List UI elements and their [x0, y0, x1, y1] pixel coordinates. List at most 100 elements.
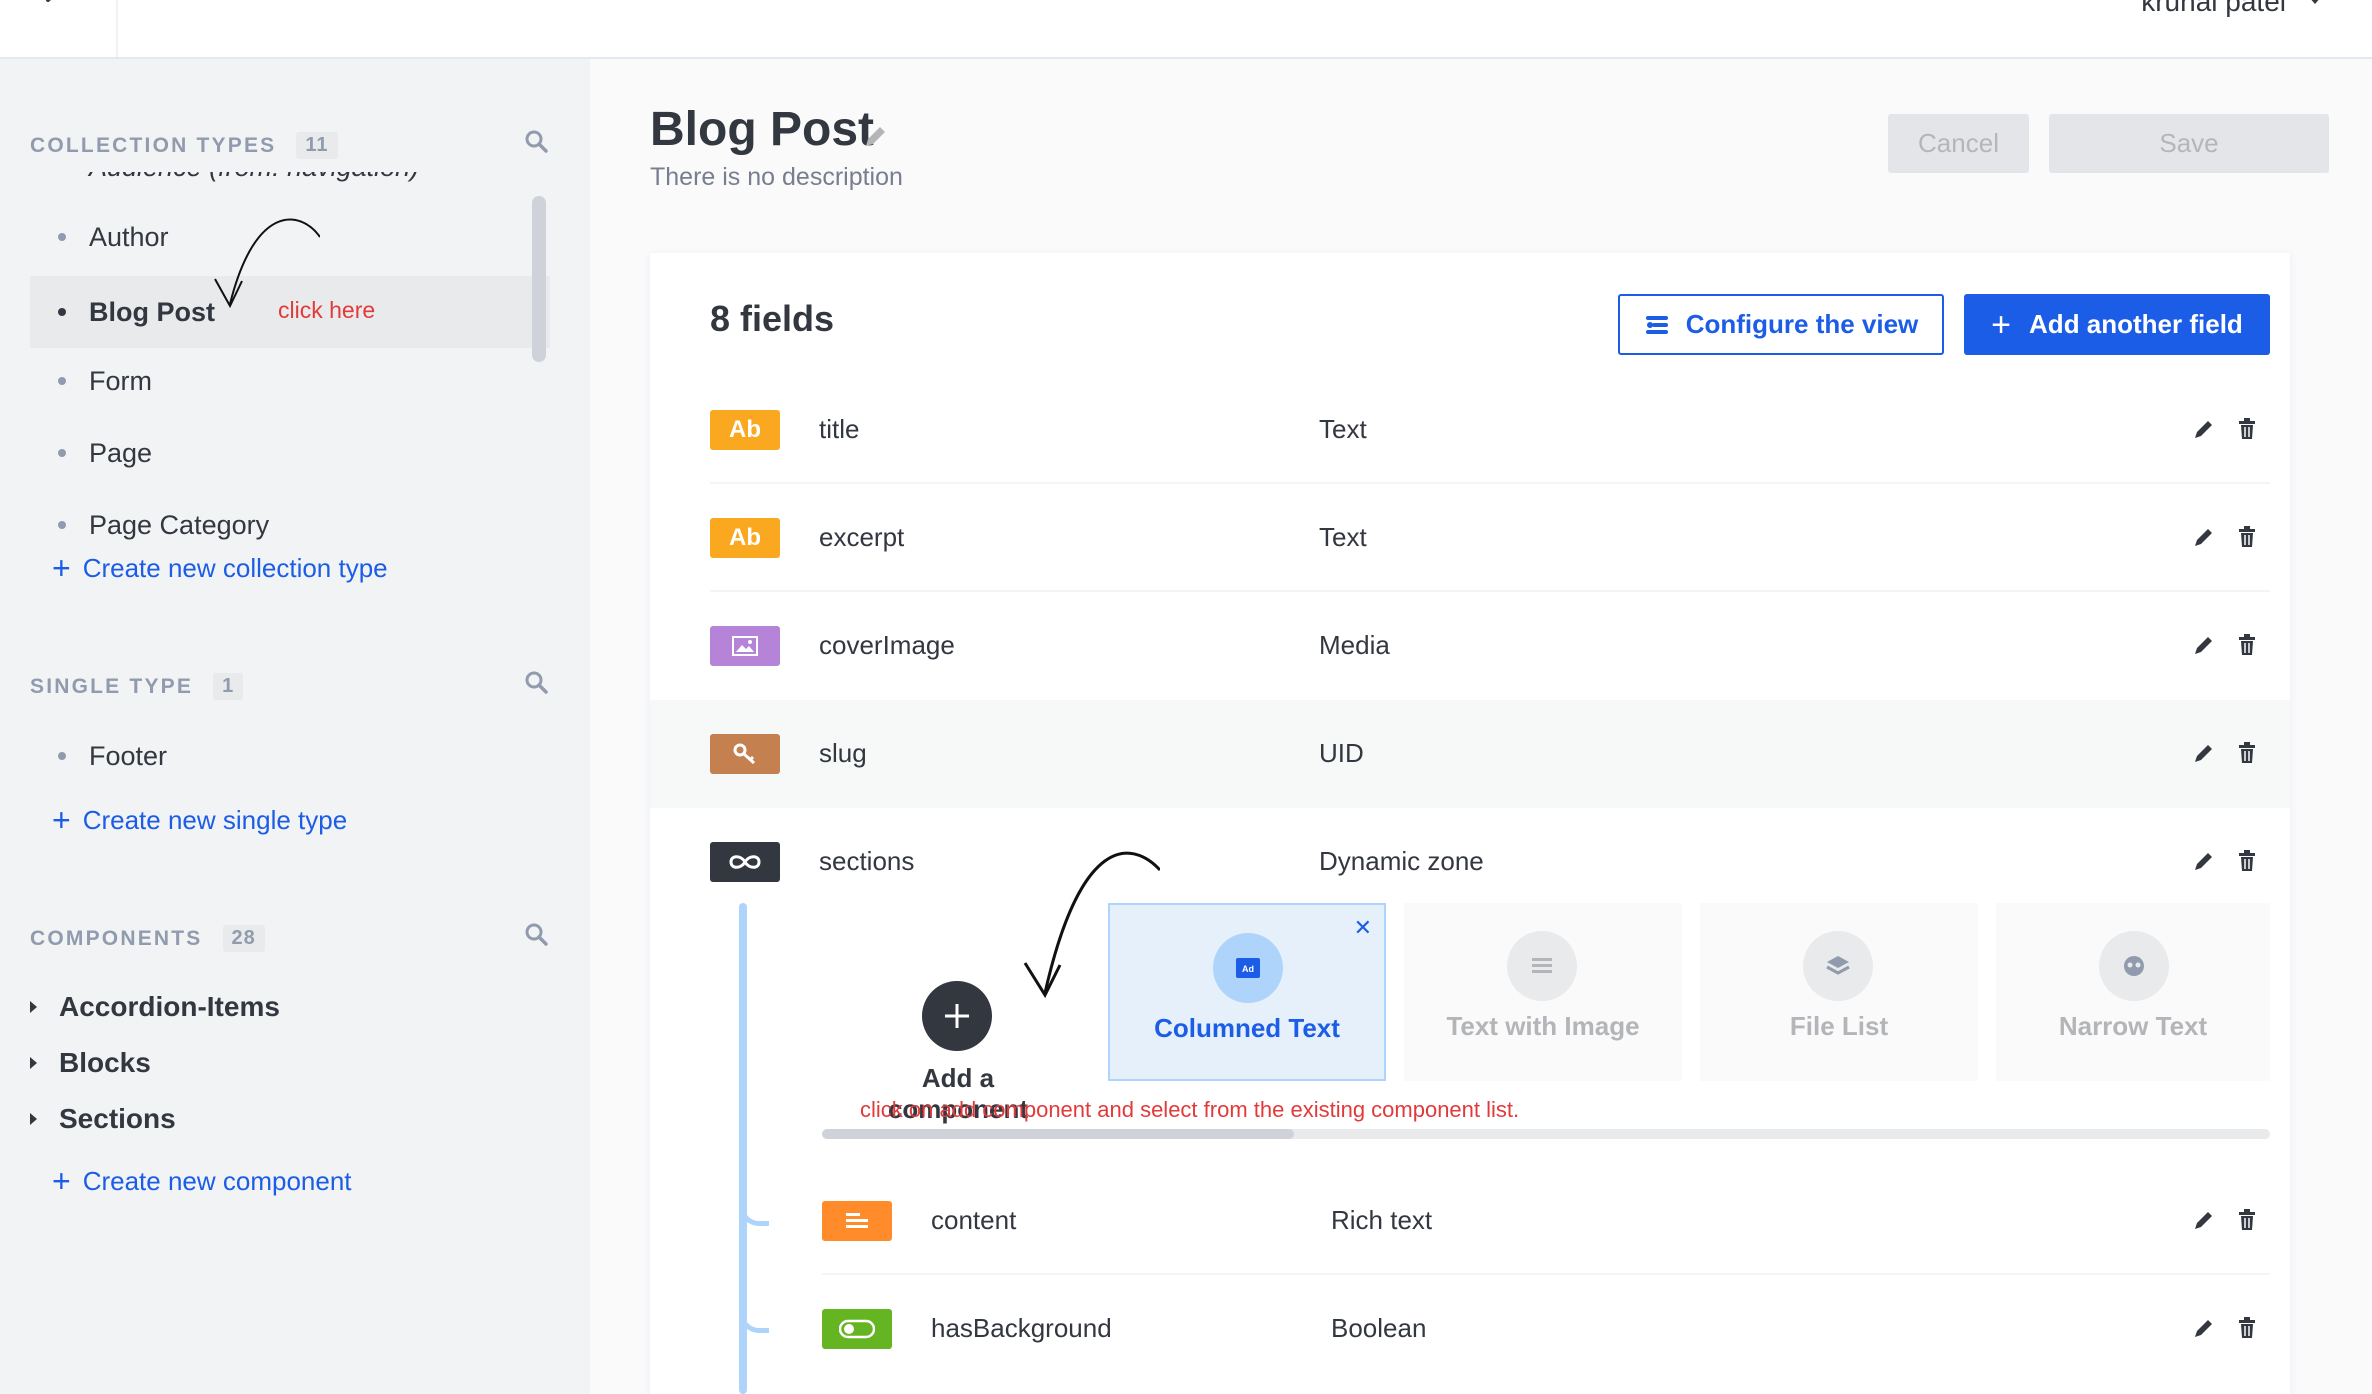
section-title: Single Type: [30, 674, 194, 698]
add-component-button[interactable]: [922, 981, 992, 1051]
bullet: [58, 377, 66, 385]
search-icon[interactable]: [524, 129, 550, 155]
caret-right-icon: [30, 1001, 37, 1013]
face-icon: [2099, 931, 2169, 1001]
annotation-arrow: [1023, 851, 1160, 999]
count-badge: 28: [222, 925, 265, 952]
create-collection-type-label: Create new collection type: [82, 552, 388, 583]
settings-list-icon: [1645, 315, 1668, 334]
top-bar: krunal patel: [0, 0, 2372, 59]
component-card-text-with-image[interactable]: Text with Image: [1404, 903, 1682, 1081]
pencil-icon[interactable]: [2193, 418, 2215, 440]
pencil-icon[interactable]: [862, 124, 888, 150]
search-icon[interactable]: [524, 670, 550, 696]
create-component-link[interactable]: + Create new component: [52, 1165, 352, 1197]
layers-icon: [1803, 931, 1873, 1001]
trash-icon[interactable]: [2237, 418, 2257, 440]
pencil-icon[interactable]: [2193, 850, 2215, 872]
trash-icon[interactable]: [2237, 850, 2257, 872]
pencil-icon[interactable]: [2193, 1209, 2215, 1231]
create-component-label: Create new component: [82, 1165, 352, 1196]
sidebar-item-audience[interactable]: Audience (from: navigation): [30, 172, 550, 200]
sidebar-item-label: Page: [89, 437, 153, 468]
user-menu-name[interactable]: krunal patel: [2141, 0, 2286, 18]
pencil-icon[interactable]: [2193, 742, 2215, 764]
field-row-excerpt[interactable]: Ab excerpt Text: [650, 484, 2290, 592]
component-card-file-list[interactable]: File List: [1700, 903, 1978, 1081]
field-row-title[interactable]: Ab title Text: [650, 376, 2290, 484]
page-description: There is no description: [650, 163, 903, 191]
search-icon[interactable]: [524, 922, 550, 948]
create-collection-type-link[interactable]: + Create new collection type: [52, 552, 388, 584]
ad-icon: Ad: [1213, 933, 1283, 1003]
components-header: Components 28: [30, 925, 265, 952]
trash-icon[interactable]: [2237, 634, 2257, 656]
trash-icon[interactable]: [2237, 1317, 2257, 1339]
text-icon: Ab: [710, 410, 780, 450]
pencil-icon[interactable]: [2193, 634, 2215, 656]
bullet: [58, 521, 66, 529]
pencil-icon[interactable]: [2193, 1317, 2215, 1339]
plus-icon: +: [52, 550, 71, 586]
add-another-field-label: Add another field: [2029, 309, 2243, 339]
collection-types-header: Collection Types 11: [30, 132, 338, 159]
component-card-narrow-text[interactable]: Narrow Text: [1996, 903, 2270, 1081]
component-group-sections[interactable]: Sections: [30, 1103, 176, 1135]
caret-down-icon[interactable]: [2308, 0, 2322, 6]
sidebar-item-label: Page Category: [89, 509, 270, 540]
back-button[interactable]: [0, 0, 118, 57]
sidebar-scrollbar[interactable]: [532, 196, 546, 362]
add-another-field-button[interactable]: + Add another field: [1964, 294, 2270, 355]
sidebar-item-form[interactable]: Form: [30, 348, 550, 414]
component-label: Columned Text: [1154, 1013, 1340, 1043]
save-button[interactable]: Save: [2049, 114, 2329, 173]
svg-text:Ad: Ad: [1242, 964, 1254, 974]
plus-icon: +: [52, 802, 71, 838]
component-group-label: Sections: [59, 1103, 176, 1134]
component-label: File List: [1789, 1011, 1889, 1041]
trash-icon[interactable]: [2237, 1209, 2257, 1231]
field-name: content: [931, 1205, 1017, 1235]
trash-icon[interactable]: [2237, 526, 2257, 548]
cancel-button[interactable]: Cancel: [1888, 114, 2029, 173]
component-group-label: Accordion-Items: [59, 991, 280, 1022]
configure-view-button[interactable]: Configure the view: [1618, 294, 1944, 355]
field-row-slug[interactable]: slug UID: [650, 700, 2290, 808]
field-row-sections[interactable]: sections Dynamic zone: [650, 808, 2290, 916]
sidebar-item-label: Audience (from: navigation): [89, 172, 419, 183]
pencil-icon[interactable]: [2193, 526, 2215, 548]
field-row-coverimage[interactable]: coverImage Media: [650, 592, 2290, 700]
field-type: Text: [1319, 414, 1367, 444]
bullet: [58, 449, 66, 457]
scrollbar-thumb[interactable]: [822, 1129, 1294, 1139]
sidebar: Collection Types 11 Audience (from: navi…: [0, 59, 590, 1394]
sidebar-item-page-category[interactable]: Page Category: [30, 492, 550, 558]
field-type: Dynamic zone: [1319, 846, 1484, 876]
count-badge: 11: [296, 132, 338, 159]
section-title: Collection Types: [30, 133, 277, 157]
trash-icon[interactable]: [2237, 742, 2257, 764]
component-group-accordion-items[interactable]: Accordion-Items: [30, 991, 280, 1023]
field-row-content[interactable]: content Rich text: [650, 1167, 2290, 1275]
sidebar-item-page[interactable]: Page: [30, 420, 550, 486]
field-row-hasbackground[interactable]: hasBackground Boolean: [650, 1275, 2290, 1383]
create-single-type-link[interactable]: + Create new single type: [52, 804, 347, 836]
configure-view-label: Configure the view: [1685, 309, 1919, 339]
component-group-blocks[interactable]: Blocks: [30, 1047, 151, 1079]
field-name: slug: [819, 738, 867, 768]
bullet: [58, 233, 66, 241]
close-icon[interactable]: ✕: [1354, 915, 1372, 941]
field-name: sections: [819, 846, 915, 876]
click-here-annotation: click here: [278, 297, 376, 323]
component-picker-scrollbar[interactable]: [822, 1129, 2270, 1139]
fields-card: 8 fields Configure the view + Add anothe…: [650, 253, 2290, 1394]
field-name: title: [819, 414, 860, 444]
plus-icon: +: [52, 1163, 71, 1199]
field-type: Media: [1319, 630, 1390, 660]
field-type: UID: [1319, 738, 1364, 768]
sidebar-item-footer[interactable]: Footer: [30, 723, 550, 789]
field-name: coverImage: [819, 630, 955, 660]
fields-count: 8 fields: [710, 298, 835, 339]
sidebar-item-label: Blog Post: [89, 296, 215, 327]
count-badge: 1: [213, 673, 244, 700]
